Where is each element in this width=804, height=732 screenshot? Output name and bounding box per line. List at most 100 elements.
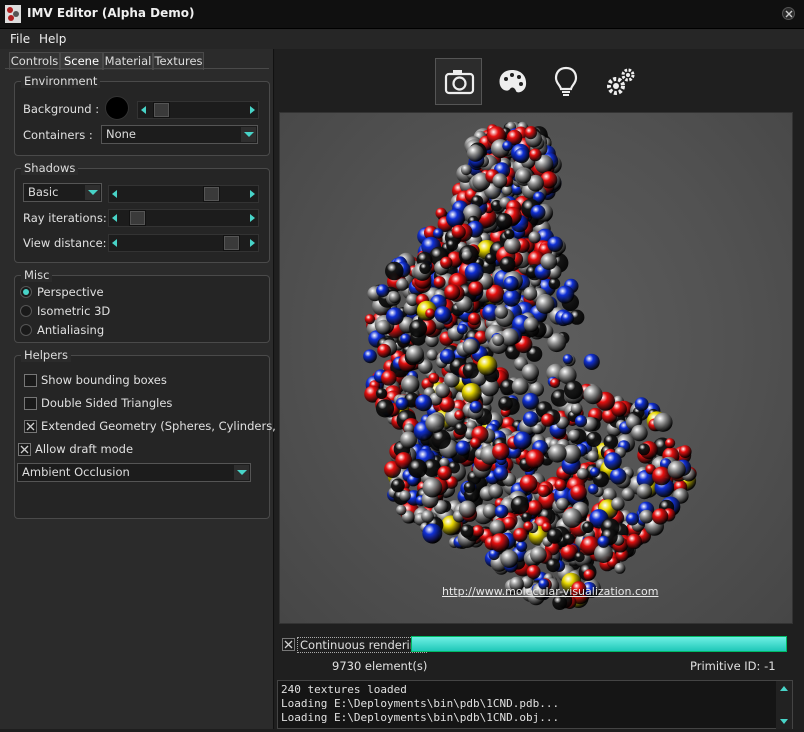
containers-select[interactable]: None: [101, 125, 258, 144]
console-scrollbar[interactable]: [776, 681, 792, 729]
atom-sphere: [667, 460, 686, 479]
palette-icon: [499, 70, 527, 93]
camera-icon: [444, 70, 475, 95]
bounding-boxes-checkbox[interactable]: [24, 374, 37, 387]
checkmark-icon: [284, 640, 293, 649]
lightbulb-icon: [554, 66, 578, 96]
shadow-mode-select[interactable]: Basic: [23, 183, 102, 202]
atom-sphere: [604, 452, 622, 470]
checkmark-icon: [20, 445, 29, 454]
double-sided-label[interactable]: Double Sided Triangles: [41, 396, 172, 410]
double-sided-checkbox[interactable]: [24, 397, 37, 410]
isometric-radio[interactable]: [20, 305, 32, 317]
atom-sphere: [523, 317, 539, 333]
atom-sphere: [498, 396, 513, 411]
extended-geometry-label[interactable]: Extended Geometry (Spheres, Cylinders, e…: [41, 419, 306, 433]
close-button[interactable]: [782, 7, 795, 20]
atom-sphere: [396, 278, 409, 291]
atom-sphere: [446, 208, 465, 228]
render-viewport[interactable]: [279, 112, 793, 624]
atom-sphere: [422, 523, 443, 544]
perspective-label[interactable]: Perspective: [37, 285, 104, 299]
camera-button[interactable]: [435, 58, 482, 105]
chevron-down-icon: [85, 185, 100, 200]
background-color-swatch[interactable]: [105, 96, 129, 120]
console-line: Loading E:\Deployments\bin\pdb\1CND.pdb.…: [281, 697, 560, 710]
shadow-strength-slider[interactable]: [108, 185, 259, 203]
continuous-rendering-checkbox[interactable]: [282, 638, 295, 651]
bounding-boxes-label[interactable]: Show bounding boxes: [41, 373, 167, 387]
atom-sphere: [678, 445, 692, 458]
atom-sphere: [526, 500, 543, 516]
slider-thumb[interactable]: [203, 186, 220, 202]
atom-sphere: [562, 508, 582, 528]
atom-sphere: [472, 525, 484, 538]
atom-sphere: [422, 477, 443, 498]
antialiasing-radio[interactable]: [20, 324, 32, 336]
palette-button[interactable]: [489, 58, 536, 105]
atom-sphere: [586, 431, 602, 447]
perspective-radio[interactable]: [20, 286, 32, 298]
atom-sphere: [546, 558, 561, 573]
atom-sphere: [391, 478, 405, 493]
slider-thumb[interactable]: [153, 102, 170, 118]
atom-sphere: [381, 370, 397, 386]
atom-sphere: [530, 204, 546, 220]
atom-sphere: [583, 569, 595, 581]
background-slider[interactable]: [137, 101, 259, 119]
atom-sphere: [433, 276, 446, 289]
atom-sphere: [490, 533, 510, 553]
atom-sphere: [402, 376, 420, 394]
draft-mode-checkbox[interactable]: [18, 443, 31, 456]
atom-sphere: [458, 500, 477, 518]
atom-sphere: [541, 413, 555, 427]
slider-thumb[interactable]: [223, 235, 240, 251]
checkmark-icon: [26, 422, 35, 431]
extended-geometry-checkbox[interactable]: [24, 420, 37, 433]
misc-title: Misc: [21, 268, 53, 282]
atom-sphere: [528, 148, 542, 162]
atom-sphere: [636, 483, 653, 500]
atom-sphere: [467, 312, 481, 326]
atom-sphere: [455, 440, 471, 456]
ray-iterations-slider[interactable]: [108, 209, 259, 227]
menu-file[interactable]: File: [10, 32, 30, 46]
menu-help[interactable]: Help: [39, 32, 66, 46]
view-distance-label: View distance:: [23, 236, 107, 250]
atom-sphere: [547, 236, 563, 252]
atom-sphere: [546, 528, 563, 544]
atom-sphere: [460, 524, 474, 538]
atom-sphere: [516, 540, 528, 552]
slider-thumb[interactable]: [129, 210, 146, 226]
view-distance-slider[interactable]: [108, 234, 259, 252]
atom-sphere: [502, 289, 521, 307]
atom-sphere: [523, 286, 538, 301]
atom-sphere: [576, 468, 589, 480]
atom-sphere: [499, 256, 516, 273]
atom-sphere: [504, 237, 521, 255]
render-mode-select[interactable]: Ambient Occlusion: [17, 463, 251, 482]
isometric-label[interactable]: Isometric 3D: [37, 304, 110, 318]
atom-sphere: [462, 362, 479, 379]
continuous-rendering-label[interactable]: Continuous rendering: [297, 637, 428, 653]
atom-sphere: [435, 383, 450, 398]
atom-sphere: [460, 164, 472, 176]
shadow-mode-value: Basic: [28, 185, 59, 199]
atom-sphere: [440, 256, 453, 269]
atom-sphere: [457, 323, 468, 335]
atom-sphere: [588, 484, 599, 495]
atom-sphere: [419, 262, 431, 274]
draft-mode-label[interactable]: Allow draft mode: [35, 442, 133, 456]
console-log[interactable]: 240 textures loaded Loading E:\Deploymen…: [277, 680, 793, 729]
render-mode-value: Ambient Occlusion: [22, 465, 130, 479]
credit-link[interactable]: http://www.molecular-visualization.com: [442, 585, 658, 598]
atom-sphere: [468, 281, 484, 297]
atom-sphere: [514, 148, 530, 164]
gears-button[interactable]: [597, 58, 644, 105]
atom-sphere: [625, 512, 639, 526]
lightbulb-button[interactable]: [543, 58, 590, 105]
background-label: Background :: [23, 102, 100, 116]
atom-sphere: [500, 549, 519, 568]
antialiasing-label[interactable]: Antialiasing: [37, 323, 104, 337]
atom-sphere: [433, 228, 444, 239]
